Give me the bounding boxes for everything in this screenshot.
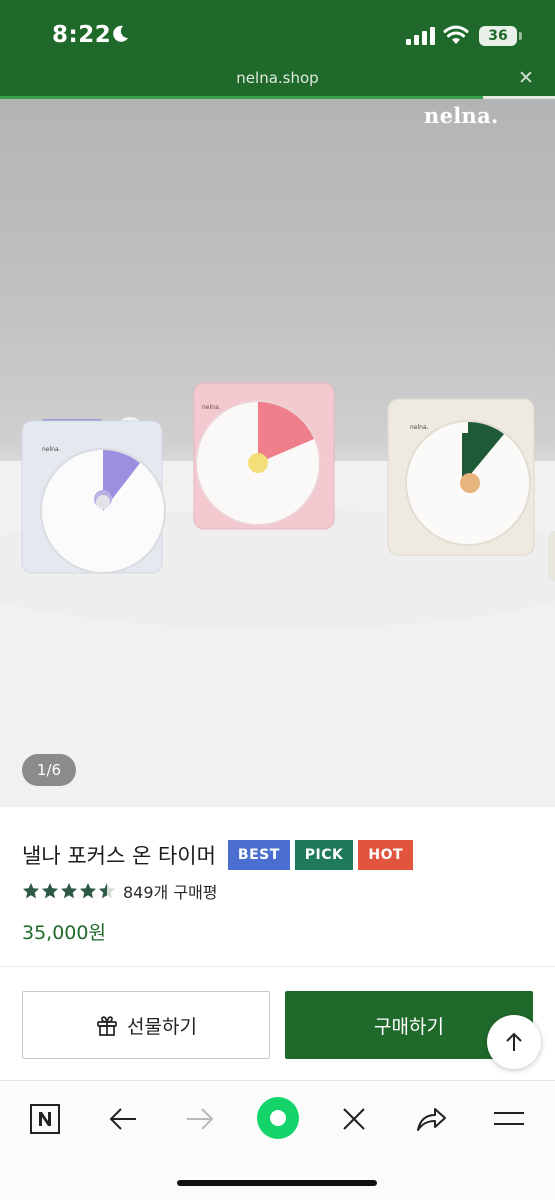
url-text[interactable]: nelna.shop [0,69,555,87]
product-photo: nelna. nelna. nelna. [0,382,555,807]
arrow-up-icon [506,1032,522,1051]
timer-green: nelna. [387,398,535,556]
status-bar: 8:22 36 [0,0,555,66]
battery-tip [519,32,522,40]
address-bar[interactable]: nelna.shop ✕ [0,66,555,96]
brand-watermark: nelna. [424,103,499,128]
svg-text:nelna.: nelna. [202,404,221,411]
forward-arrow-icon[interactable] [178,1099,222,1139]
battery-indicator: 36 [479,26,517,46]
timer-pink: nelna. [193,382,335,530]
cellular-signal-icon [406,27,435,45]
star-rating [22,882,117,900]
image-pager-indicator: 1/6 [22,754,76,786]
star-icon [42,883,58,899]
close-icon[interactable] [332,1099,376,1139]
product-title-row: 낼나 포커스 온 타이머 BEST PICK HOT [22,838,418,872]
wifi-icon [443,25,469,44]
home-indicator [177,1180,377,1186]
scroll-to-top-button[interactable] [487,1015,541,1069]
share-icon[interactable] [409,1099,453,1139]
back-arrow-icon[interactable] [101,1099,145,1139]
green-dot-icon[interactable] [255,1095,301,1141]
gift-icon [97,1016,117,1036]
badge-pick: PICK [294,840,354,870]
review-count[interactable]: 849개 구매평 [123,879,218,903]
status-time: 8:22 [52,22,112,48]
buy-button-label: 구매하기 [374,1015,444,1038]
battery-level: 36 [488,28,508,44]
close-icon[interactable]: ✕ [516,67,536,89]
moon-icon [113,25,128,42]
gift-button[interactable]: 선물하기 [22,991,270,1059]
menu-icon[interactable] [487,1099,531,1139]
star-icon [99,883,115,899]
star-icon [80,883,96,899]
product-title: 낼나 포커스 온 타이머 [22,844,216,868]
svg-text:nelna.: nelna. [42,446,61,453]
badge-best: BEST [227,840,290,870]
gift-button-label: 선물하기 [127,1015,197,1038]
divider [0,966,555,967]
product-image-carousel[interactable]: nelna. nelna. nelna. nelna. 1/6 [0,99,555,807]
svg-text:nelna.: nelna. [410,424,429,431]
badge-hot: HOT [358,840,414,870]
naver-n-icon[interactable] [23,1099,67,1139]
star-icon [23,883,39,899]
product-price: 35,000원 [22,922,106,944]
star-icon [61,883,77,899]
timer-purple: nelna. [21,417,166,574]
rating-row[interactable]: 849개 구매평 [22,878,218,904]
